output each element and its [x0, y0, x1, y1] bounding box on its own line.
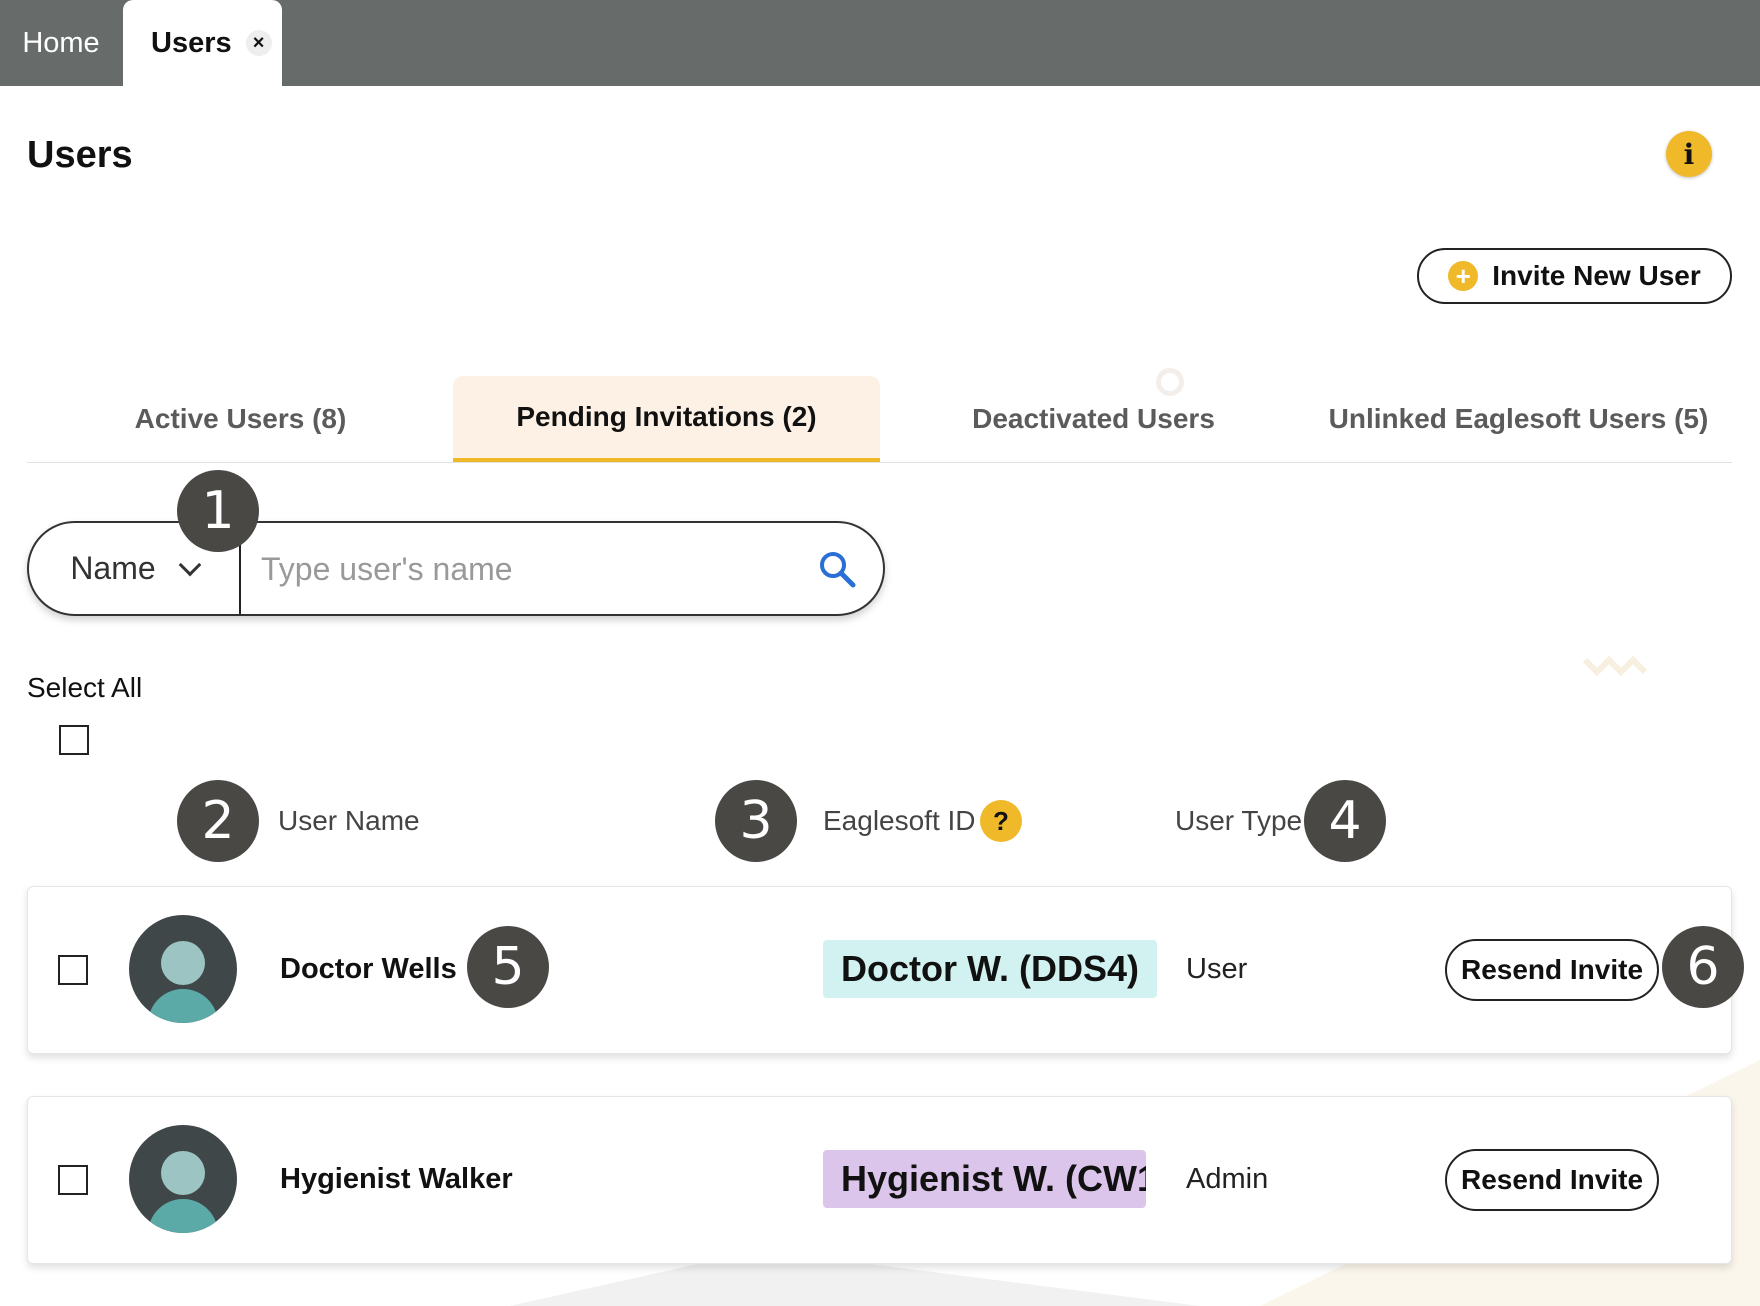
- app-tab-users[interactable]: Users ×: [123, 0, 282, 86]
- search-icon[interactable]: [817, 549, 857, 589]
- section-tabs: Active Users (8) Pending Invitations (2)…: [27, 376, 1732, 463]
- row-checkbox[interactable]: [58, 955, 88, 985]
- callout-1: 1: [177, 470, 259, 552]
- search-filter-value: Name: [70, 550, 156, 586]
- eaglesoft-id-badge: Hygienist W. (CW1...: [823, 1150, 1146, 1208]
- column-header-eaglesoft-id[interactable]: Eaglesoft ID: [823, 805, 976, 837]
- user-type: Admin: [1186, 1163, 1269, 1195]
- tab-deactivated-users[interactable]: Deactivated Users: [880, 376, 1307, 462]
- callout-3: 3: [715, 780, 797, 862]
- user-name: Doctor Wells: [280, 953, 457, 985]
- app-tab-users-label: Users: [151, 26, 232, 59]
- user-name: Hygienist Walker: [280, 1163, 513, 1195]
- row-checkbox[interactable]: [58, 1165, 88, 1195]
- user-type: User: [1186, 953, 1248, 985]
- callout-6: 6: [1662, 926, 1744, 1008]
- tab-unlinked-eaglesoft-users[interactable]: Unlinked Eaglesoft Users (5): [1305, 376, 1732, 462]
- callout-5: 5: [467, 926, 549, 1008]
- app-tab-home[interactable]: Home: [0, 0, 122, 86]
- search-bar: Name: [27, 521, 885, 616]
- select-all-checkbox[interactable]: [59, 725, 89, 755]
- callout-2: 2: [177, 780, 259, 862]
- chevron-down-icon: [178, 553, 201, 576]
- column-header-user-type[interactable]: User Type: [1175, 805, 1302, 837]
- invite-new-user-button[interactable]: + Invite New User: [1417, 248, 1732, 304]
- avatar: [129, 915, 237, 1023]
- column-header-user-name[interactable]: User Name: [278, 805, 420, 837]
- table-row: Hygienist Walker Hygienist W. (CW1... Ad…: [27, 1096, 1732, 1264]
- resend-invite-button[interactable]: Resend Invite: [1445, 939, 1659, 1001]
- loading-ring-icon: [1156, 368, 1184, 396]
- help-icon[interactable]: ?: [980, 800, 1022, 842]
- select-all-label: Select All: [27, 672, 143, 703]
- close-icon[interactable]: ×: [245, 30, 272, 56]
- table-row: Doctor Wells Doctor W. (DDS4) User Resen…: [27, 886, 1732, 1054]
- eaglesoft-id-badge: Doctor W. (DDS4): [823, 940, 1158, 998]
- page-title: Users: [27, 134, 133, 176]
- app-tab-bar: Home Users ×: [0, 0, 1760, 86]
- search-input[interactable]: [259, 541, 779, 597]
- tab-pending-invitations[interactable]: Pending Invitations (2): [453, 376, 880, 462]
- info-icon[interactable]: i: [1666, 131, 1712, 177]
- invite-new-user-label: Invite New User: [1492, 260, 1701, 291]
- tab-active-users[interactable]: Active Users (8): [27, 376, 454, 462]
- plus-icon: +: [1448, 261, 1479, 291]
- avatar: [129, 1125, 237, 1233]
- callout-4: 4: [1304, 780, 1386, 862]
- resend-invite-button[interactable]: Resend Invite: [1445, 1149, 1659, 1211]
